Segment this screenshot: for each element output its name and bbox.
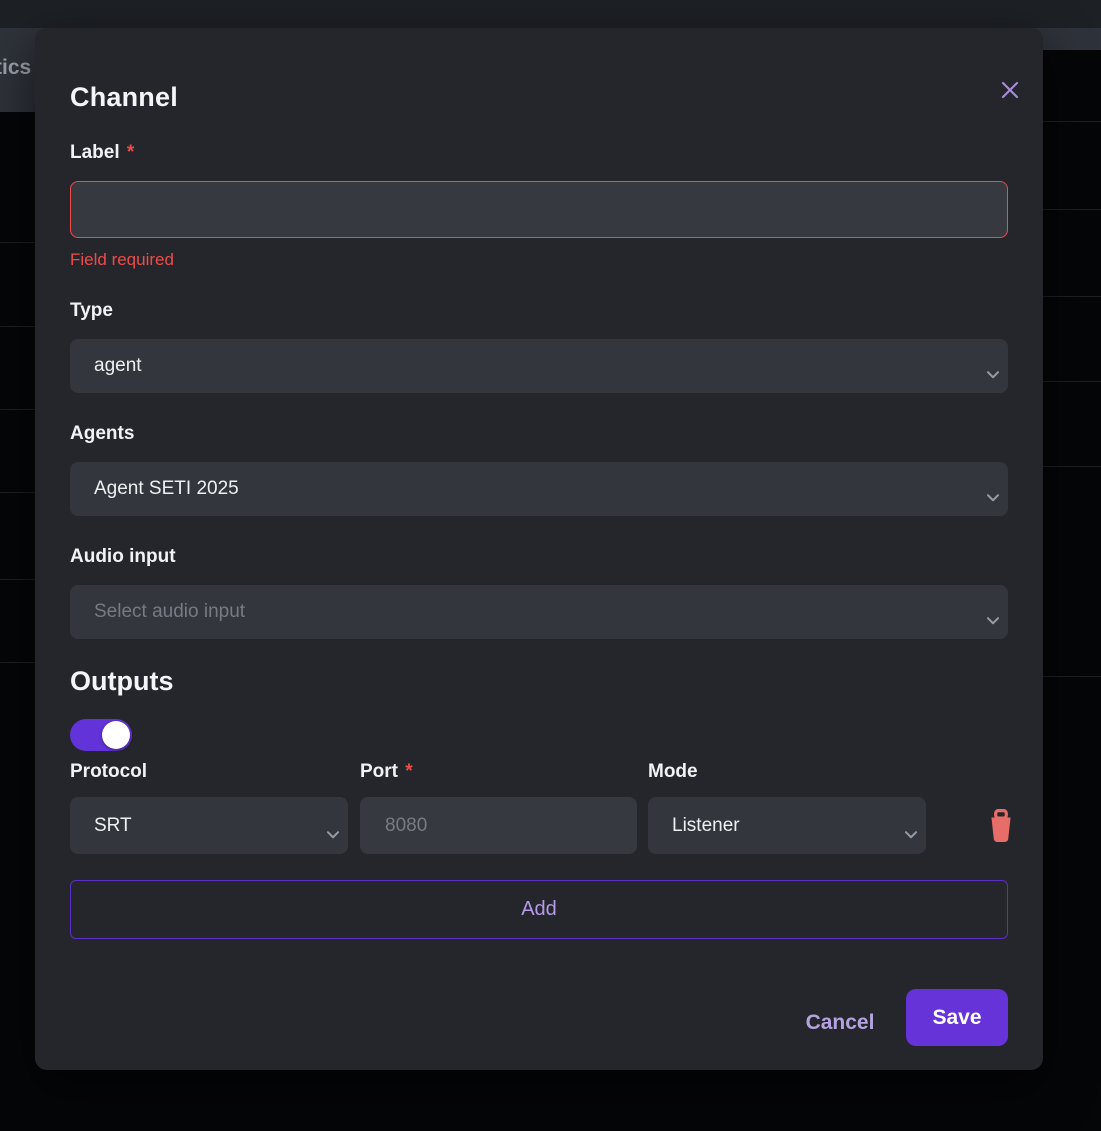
- port-input[interactable]: [360, 797, 637, 854]
- trash-icon: [986, 809, 1016, 843]
- type-select-value: agent: [94, 355, 984, 377]
- agents-select-value: Agent SETI 2025: [94, 478, 984, 500]
- dialog-title: Channel: [70, 82, 178, 113]
- delete-output-button[interactable]: [980, 803, 1022, 849]
- label-error-message: Field required: [70, 250, 174, 270]
- agents-select[interactable]: Agent SETI 2025: [70, 462, 1008, 516]
- page-top-strip: [0, 0, 1101, 28]
- table-row: [1043, 50, 1101, 122]
- nav-item-partial[interactable]: tics: [0, 56, 31, 80]
- outputs-heading: Outputs: [70, 666, 173, 697]
- cancel-button[interactable]: Cancel: [775, 994, 905, 1051]
- required-asterisk: *: [405, 761, 412, 782]
- mode-select[interactable]: Listener: [648, 797, 926, 854]
- label-text: Label: [70, 142, 120, 163]
- audio-input-field-label: Audio input: [70, 546, 176, 568]
- protocol-select-value: SRT: [94, 815, 324, 837]
- label-input[interactable]: [70, 181, 1008, 238]
- close-button[interactable]: [990, 70, 1030, 110]
- audio-input-select[interactable]: Select audio input: [70, 585, 1008, 639]
- toggle-knob: [102, 721, 130, 749]
- audio-input-placeholder: Select audio input: [94, 601, 984, 623]
- background-table-right: [1043, 50, 1101, 1131]
- protocol-field-label: Protocol: [70, 761, 147, 783]
- table-row: [1043, 382, 1101, 467]
- table-row: [1043, 210, 1101, 297]
- save-button[interactable]: Save: [906, 989, 1008, 1046]
- type-select[interactable]: agent: [70, 339, 1008, 393]
- channel-dialog: Channel Label * Field required Type agen…: [35, 28, 1043, 1070]
- port-label-text: Port: [360, 761, 398, 782]
- port-field-label: Port *: [360, 761, 413, 783]
- table-row: [1043, 297, 1101, 382]
- agents-field-label: Agents: [70, 423, 134, 445]
- table-row: [1043, 122, 1101, 210]
- protocol-select[interactable]: SRT: [70, 797, 348, 854]
- close-icon: [999, 79, 1021, 101]
- add-output-button[interactable]: Add: [70, 880, 1008, 939]
- required-asterisk: *: [127, 142, 134, 163]
- outputs-toggle[interactable]: [70, 719, 132, 751]
- type-field-label: Type: [70, 300, 113, 322]
- mode-field-label: Mode: [648, 761, 698, 783]
- mode-select-value: Listener: [672, 815, 902, 837]
- table-row: [1043, 467, 1101, 677]
- label-field-label: Label *: [70, 142, 134, 164]
